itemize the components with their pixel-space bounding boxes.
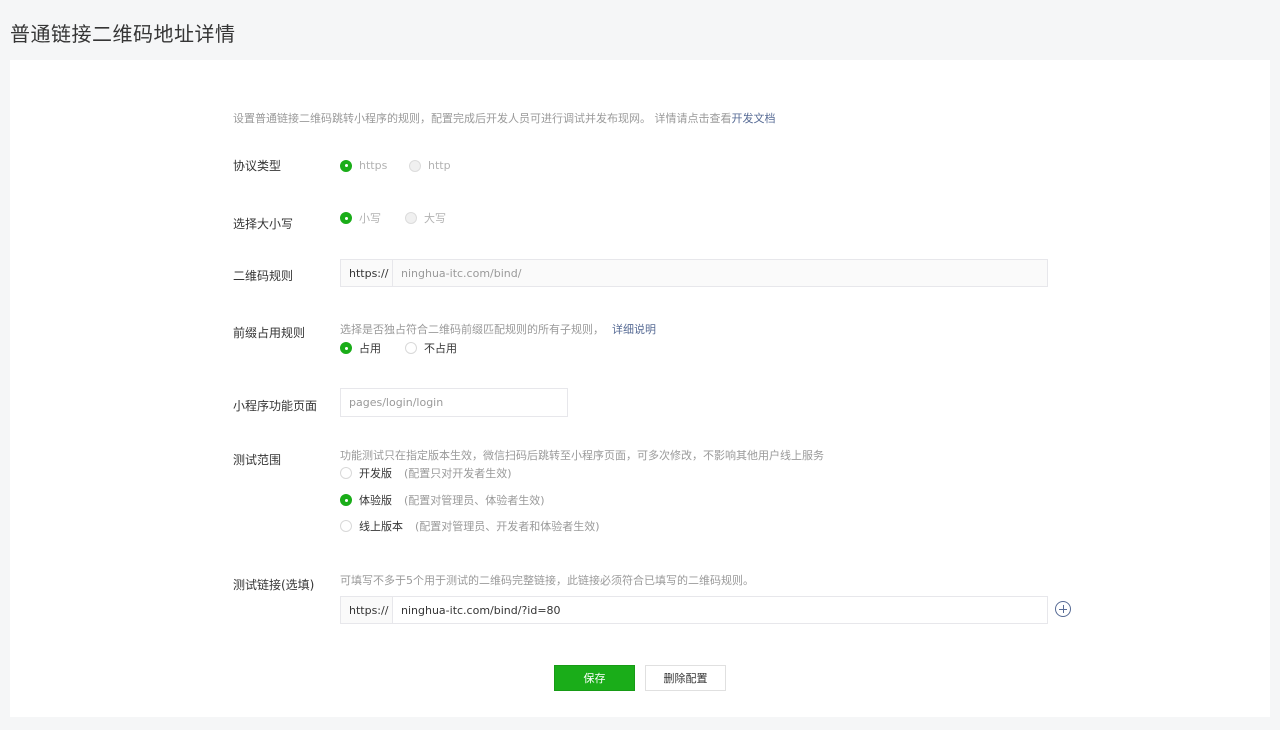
prefix-rule-hint-text: 选择是否独占符合二维码前缀匹配规则的所有子规则， (340, 323, 604, 336)
test-link-prefix: https:// (341, 597, 393, 623)
qr-rule-label: 二维码规则 (233, 269, 294, 283)
page-path-label: 小程序功能页面 (233, 399, 318, 413)
case-radio-upper[interactable]: 大写 (405, 210, 446, 226)
scope-option-label: 体验版 (359, 494, 392, 507)
scope-radio-develop[interactable]: 开发版 (配置只对开发者生效) (340, 465, 512, 481)
case-radio-lower[interactable]: 小写 (340, 210, 381, 226)
qr-rule-prefix: https:// (341, 260, 393, 286)
test-scope-hint: 功能测试只在指定版本生效，微信扫码后跳转至小程序页面，可多次修改，不影响其他用户… (340, 449, 824, 462)
intro-description: 设置普通链接二维码跳转小程序的规则，配置完成后开发人员可进行调试并发布现网。 详… (233, 110, 776, 126)
scope-option-note: (配置只对开发者生效) (404, 467, 512, 480)
test-link-label: 测试链接(选填) (233, 578, 315, 592)
test-link-input[interactable]: ninghua-itc.com/bind/?id=80 (393, 597, 1047, 623)
scope-radio-trial[interactable]: 体验版 (配置对管理员、体验者生效) (340, 492, 545, 508)
radio-checked-icon (340, 494, 352, 506)
radio-checked-icon (340, 159, 352, 172)
prefix-radio-not-occupy[interactable]: 不占用 (405, 340, 457, 356)
test-link-hint: 可填写不多于5个用于测试的二维码完整链接，此链接必须符合已填写的二维码规则。 (340, 574, 754, 587)
intro-text: 设置普通链接二维码跳转小程序的规则，配置完成后开发人员可进行调试并发布现网。 详… (233, 112, 732, 125)
radio-unchecked-icon (405, 342, 417, 354)
delete-config-button[interactable]: 删除配置 (645, 665, 726, 691)
case-option-label: 小写 (359, 212, 381, 225)
radio-unchecked-icon (409, 159, 421, 172)
scope-option-note: (配置对管理员、体验者生效) (404, 494, 545, 507)
dev-docs-link[interactable]: 开发文档 (732, 112, 776, 125)
case-label: 选择大小写 (233, 217, 294, 231)
prefix-option-label: 不占用 (424, 342, 457, 355)
qr-rule-input[interactable]: ninghua-itc.com/bind/ (393, 260, 1047, 286)
protocol-radio-https[interactable]: https (340, 159, 387, 172)
test-link-input-group: https:// ninghua-itc.com/bind/?id=80 (340, 596, 1048, 624)
protocol-radio-http[interactable]: http (409, 159, 451, 172)
scope-option-label: 开发版 (359, 467, 392, 480)
plus-circle-icon[interactable] (1055, 601, 1071, 617)
protocol-option-label: https (359, 159, 388, 172)
test-scope-label: 测试范围 (233, 453, 282, 467)
radio-checked-icon (340, 212, 352, 224)
prefix-rule-label: 前缀占用规则 (233, 326, 306, 340)
prefix-radio-occupy[interactable]: 占用 (340, 340, 381, 356)
save-button[interactable]: 保存 (554, 665, 635, 691)
prefix-option-label: 占用 (359, 342, 381, 355)
page-path-input[interactable]: pages/login/login (340, 388, 568, 417)
radio-checked-icon (340, 342, 352, 354)
details-link[interactable]: 详细说明 (612, 323, 656, 336)
radio-unchecked-icon (405, 212, 417, 224)
protocol-option-label: http (428, 159, 451, 172)
scope-option-label: 线上版本 (359, 520, 403, 533)
page-title: 普通链接二维码地址详情 (10, 22, 236, 46)
config-card: 设置普通链接二维码跳转小程序的规则，配置完成后开发人员可进行调试并发布现网。 详… (10, 60, 1270, 717)
scope-option-note: (配置对管理员、开发者和体验者生效) (415, 520, 600, 533)
radio-unchecked-icon (340, 520, 352, 532)
protocol-label: 协议类型 (233, 159, 282, 173)
scope-radio-release[interactable]: 线上版本 (配置对管理员、开发者和体验者生效) (340, 518, 600, 534)
radio-unchecked-icon (340, 467, 352, 479)
case-option-label: 大写 (424, 212, 446, 225)
qr-rule-input-group: https:// ninghua-itc.com/bind/ (340, 259, 1048, 287)
prefix-rule-hint: 选择是否独占符合二维码前缀匹配规则的所有子规则， 详细说明 (340, 321, 656, 337)
